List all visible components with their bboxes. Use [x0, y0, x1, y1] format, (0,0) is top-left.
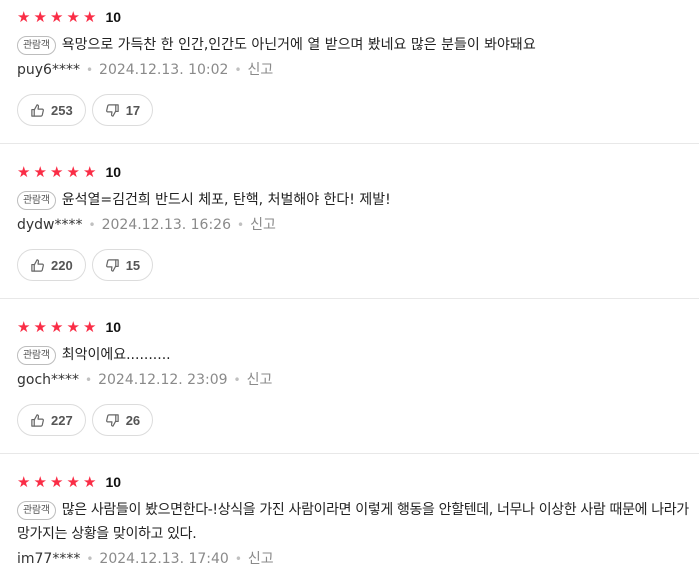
dislike-count: 17 — [125, 102, 141, 118]
thumbs-up-icon — [31, 413, 44, 427]
thumbs-down-icon — [105, 103, 119, 117]
separator-dot: • — [88, 218, 96, 232]
report-link[interactable]: 신고 — [248, 551, 274, 567]
rating-row: ★ ★ ★ ★ ★ 10 — [17, 8, 121, 26]
like-button[interactable]: 253 — [17, 94, 86, 126]
review-text: 윤석열=김건희 반드시 체포, 탄핵, 처벌해야 한다! 제발! — [61, 192, 391, 208]
like-count: 227 — [51, 412, 73, 428]
review-body: 관람객 많은 사람들이 봤으면한다-!상식을 가진 사람이라면 이렇게 행동을 안… — [17, 498, 689, 546]
review-date: 2024.12.13. 10:02 — [99, 62, 229, 78]
dislike-button[interactable]: 15 — [91, 249, 154, 281]
review-body: 관람객 윤석열=김건희 반드시 체포, 탄핵, 처벌해야 한다! 제발! — [17, 188, 689, 212]
thumbs-up-icon — [31, 258, 44, 272]
rating-row: ★ ★ ★ ★ ★ 10 — [17, 163, 121, 181]
star-rating-icon: ★ ★ ★ ★ ★ — [17, 8, 97, 26]
dislike-count: 26 — [125, 412, 141, 428]
review-item: ★ ★ ★ ★ ★ 10 관람객 욕망으로 가득찬 한 인간,인간도 아닌거에 열 받으며… — [0, 8, 699, 148]
dislike-button[interactable]: 26 — [91, 404, 154, 436]
reviewer-id: goch**** — [17, 372, 80, 388]
review-date: 2024.12.12. 23:09 — [98, 372, 228, 388]
report-link[interactable]: 신고 — [248, 62, 274, 78]
reviewer-id: im77**** — [17, 551, 81, 567]
reviewer-id: puy6**** — [17, 62, 80, 78]
star-rating-icon: ★ ★ ★ ★ ★ — [17, 473, 97, 491]
divider — [0, 143, 699, 144]
rating-score: 10 — [105, 9, 122, 25]
review-body: 관람객 최악이에요.......... — [17, 343, 689, 367]
review-date: 2024.12.13. 16:26 — [101, 217, 231, 233]
viewer-badge: 관람객 — [17, 346, 56, 365]
separator-dot: • — [86, 552, 94, 566]
review-text: 많은 사람들이 봤으면한다-!상식을 가진 사람이라면 이렇게 행동을 안할텐데… — [17, 502, 689, 542]
rating-row: ★ ★ ★ ★ ★ 10 — [17, 473, 121, 491]
dislike-count: 15 — [125, 257, 141, 273]
review-item: ★ ★ ★ ★ ★ 10 관람객 많은 사람들이 봤으면한다-!상식을 가진 사람이라면 … — [0, 473, 699, 578]
report-link[interactable]: 신고 — [247, 372, 273, 388]
rating-score: 10 — [105, 164, 122, 180]
vote-row: 227 26 — [17, 404, 159, 436]
thumbs-up-icon — [31, 103, 44, 117]
viewer-badge: 관람객 — [17, 191, 56, 210]
reviewer-id: dydw**** — [17, 217, 83, 233]
like-count: 220 — [51, 257, 73, 273]
separator-dot: • — [237, 218, 245, 232]
rating-row: ★ ★ ★ ★ ★ 10 — [17, 318, 121, 336]
thumbs-down-icon — [105, 413, 119, 427]
dislike-button[interactable]: 17 — [91, 94, 154, 126]
viewer-badge: 관람객 — [17, 501, 56, 520]
separator-dot: • — [234, 552, 242, 566]
report-link[interactable]: 신고 — [250, 217, 276, 233]
vote-row: 220 15 — [17, 249, 159, 281]
rating-score: 10 — [105, 319, 122, 335]
review-date: 2024.12.13. 17:40 — [99, 551, 229, 567]
review-body: 관람객 욕망으로 가득찬 한 인간,인간도 아닌거에 열 받으며 봤네요 많은 분… — [17, 33, 689, 57]
review-item: ★ ★ ★ ★ ★ 10 관람객 최악이에요.......... goch**** • 202… — [0, 318, 699, 458]
thumbs-down-icon — [105, 258, 119, 272]
star-rating-icon: ★ ★ ★ ★ ★ — [17, 318, 97, 336]
review-meta: puy6**** • 2024.12.13. 10:02 • 신고 — [17, 61, 273, 79]
separator-dot: • — [234, 63, 242, 77]
viewer-badge: 관람객 — [17, 36, 56, 55]
like-count: 253 — [51, 102, 73, 118]
separator-dot: • — [233, 373, 241, 387]
separator-dot: • — [85, 63, 94, 77]
star-rating-icon: ★ ★ ★ ★ ★ — [17, 163, 97, 181]
review-meta: im77**** • 2024.12.13. 17:40 • 신고 — [17, 550, 274, 568]
divider — [0, 453, 699, 454]
review-meta: dydw**** • 2024.12.13. 16:26 • 신고 — [17, 216, 276, 234]
review-meta: goch**** • 2024.12.12. 23:09 • 신고 — [17, 371, 272, 389]
review-item: ★ ★ ★ ★ ★ 10 관람객 윤석열=김건희 반드시 체포, 탄핵, 처벌해야 한다!… — [0, 163, 699, 303]
like-button[interactable]: 227 — [17, 404, 86, 436]
rating-score: 10 — [105, 474, 122, 490]
review-text: 최악이에요.......... — [61, 347, 171, 363]
divider — [0, 298, 699, 299]
review-text: 욕망으로 가득찬 한 인간,인간도 아닌거에 열 받으며 봤네요 많은 분들이 … — [61, 37, 536, 53]
separator-dot: • — [85, 373, 93, 387]
vote-row: 253 17 — [17, 94, 159, 126]
like-button[interactable]: 220 — [17, 249, 86, 281]
